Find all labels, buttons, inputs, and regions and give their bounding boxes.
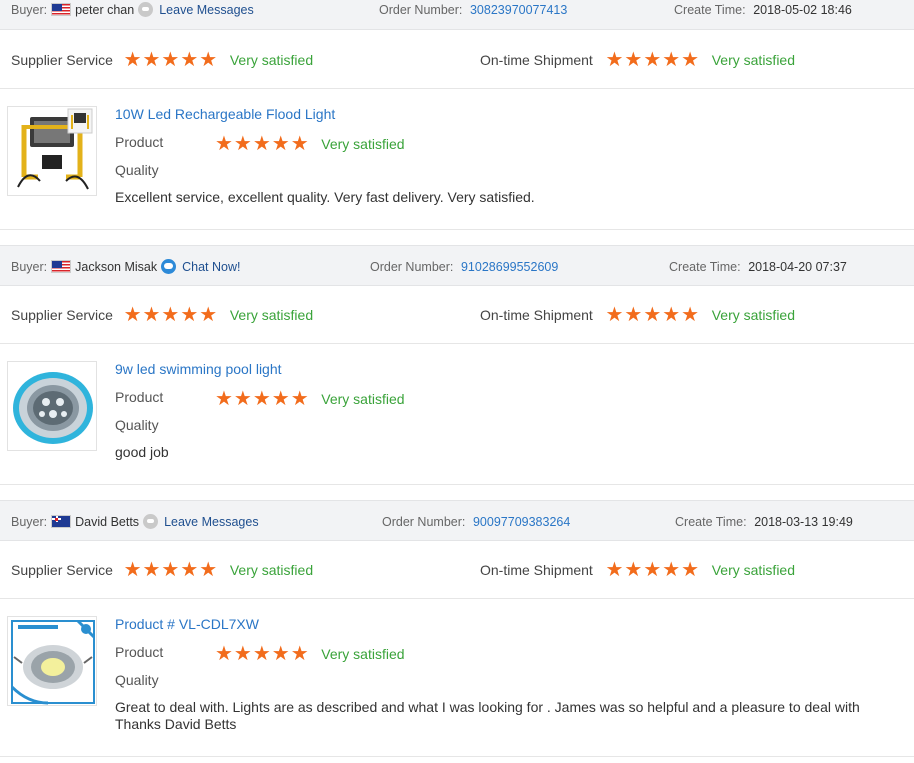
product-name-link[interactable]: 10W Led Rechargeable Flood Light [115, 106, 335, 122]
buyer-label: Buyer: [11, 260, 48, 274]
supplier-rating-stars: ★★★★★ [123, 304, 219, 326]
quality-label: Quality [115, 672, 159, 688]
shipment-rating-text: Very satisfied [711, 307, 795, 323]
order-number-link[interactable]: 90097709383264 [473, 515, 570, 529]
create-time-value: 2018-03-13 19:49 [754, 515, 853, 529]
shipment-rating-text: Very satisfied [711, 562, 795, 578]
create-time-value: 2018-04-20 07:37 [748, 260, 847, 274]
product-rating-label: Product [115, 644, 164, 660]
message-icon[interactable] [138, 2, 154, 17]
product-rating-stars: ★★★★★ [215, 388, 310, 410]
buyer-name: David Betts [75, 515, 140, 529]
buyer-label: Buyer: [11, 515, 48, 529]
review-header-3: Buyer: David Betts Leave Messages Order Nu… [0, 500, 914, 541]
shipment-label: On-time Shipment [480, 562, 593, 578]
supplier-service-label: Supplier Service [11, 562, 113, 578]
product-thumbnail[interactable] [7, 106, 97, 196]
shipment-label: On-time Shipment [480, 307, 593, 323]
order-number-link[interactable]: 30823970077413 [470, 3, 567, 17]
australia-flag-icon [51, 515, 72, 528]
quality-label: Quality [115, 162, 159, 178]
review-header-2: Buyer: Jackson Misak Chat Now! Order Numbe… [0, 245, 914, 286]
product-rating-text: Very satisfied [321, 646, 405, 662]
product-review-2: 9w led swimming pool light Product ★★★★★… [0, 345, 914, 485]
message-icon[interactable] [143, 514, 159, 529]
leave-messages-link[interactable]: Leave Messages [164, 515, 259, 529]
supplier-rating-text: Very satisfied [229, 562, 314, 578]
order-number-link[interactable]: 91028699552609 [461, 260, 558, 274]
review-comment: Great to deal with. Lights are as descri… [115, 699, 860, 732]
create-time-label: Create Time: [669, 260, 741, 274]
malaysia-flag-icon [51, 260, 72, 273]
order-number-label: Order Number: [382, 515, 466, 529]
supplier-service-label: Supplier Service [11, 307, 113, 323]
create-time-label: Create Time: [674, 3, 746, 17]
service-ratings-1: Supplier Service ★★★★★ Very satisfied On… [0, 31, 914, 89]
product-rating-stars: ★★★★★ [215, 133, 310, 155]
chat-icon[interactable] [161, 259, 177, 274]
shipment-rating-text: Very satisfied [711, 52, 795, 68]
flood-light-image [17, 108, 93, 190]
order-number-label: Order Number: [370, 260, 454, 274]
create-time-label: Create Time: [675, 515, 747, 529]
product-rating-text: Very satisfied [321, 391, 405, 407]
product-rating-stars: ★★★★★ [215, 643, 310, 665]
leave-messages-link[interactable]: Leave Messages [159, 3, 254, 17]
buyer-label: Buyer: [11, 3, 48, 17]
product-thumbnail[interactable] [7, 361, 97, 451]
product-rating-label: Product [115, 134, 164, 150]
supplier-rating-stars: ★★★★★ [123, 559, 219, 581]
shipment-rating-stars: ★★★★★ [605, 304, 701, 326]
product-rating-text: Very satisfied [321, 136, 405, 152]
supplier-rating-text: Very satisfied [229, 52, 314, 68]
supplier-service-label: Supplier Service [11, 52, 113, 68]
service-ratings-3: Supplier Service ★★★★★ Very satisfied On… [0, 541, 914, 599]
review-comment: Excellent service, excellent quality. Ve… [115, 189, 535, 205]
product-review-1: 10W Led Rechargeable Flood Light Product… [0, 90, 914, 230]
supplier-rating-stars: ★★★★★ [123, 49, 219, 71]
review-comment: good job [115, 444, 169, 460]
malaysia-flag-icon [51, 3, 72, 16]
shipment-rating-stars: ★★★★★ [605, 49, 701, 71]
quality-label: Quality [115, 417, 159, 433]
shipment-label: On-time Shipment [480, 52, 593, 68]
service-ratings-2: Supplier Service ★★★★★ Very satisfied On… [0, 286, 914, 344]
product-name-link[interactable]: 9w led swimming pool light [115, 361, 282, 377]
supplier-rating-text: Very satisfied [229, 307, 314, 323]
product-name-link[interactable]: Product # VL-CDL7XW [115, 616, 259, 632]
product-thumbnail[interactable] [7, 616, 97, 706]
order-number-label: Order Number: [379, 3, 463, 17]
buyer-name: Jackson Misak [75, 260, 158, 274]
product-review-3: Product # VL-CDL7XW Product ★★★★★ Very s… [0, 600, 914, 757]
buyer-name: peter chan [75, 3, 135, 17]
shipment-rating-stars: ★★★★★ [605, 559, 701, 581]
downlight-image [8, 617, 96, 705]
chat-now-link[interactable]: Chat Now! [182, 260, 240, 274]
review-header-1: Buyer: peter chan Leave Messages Order Num… [0, 0, 914, 30]
pool-light-image [13, 372, 93, 444]
create-time-value: 2018-05-02 18:46 [753, 3, 852, 17]
product-rating-label: Product [115, 389, 164, 405]
